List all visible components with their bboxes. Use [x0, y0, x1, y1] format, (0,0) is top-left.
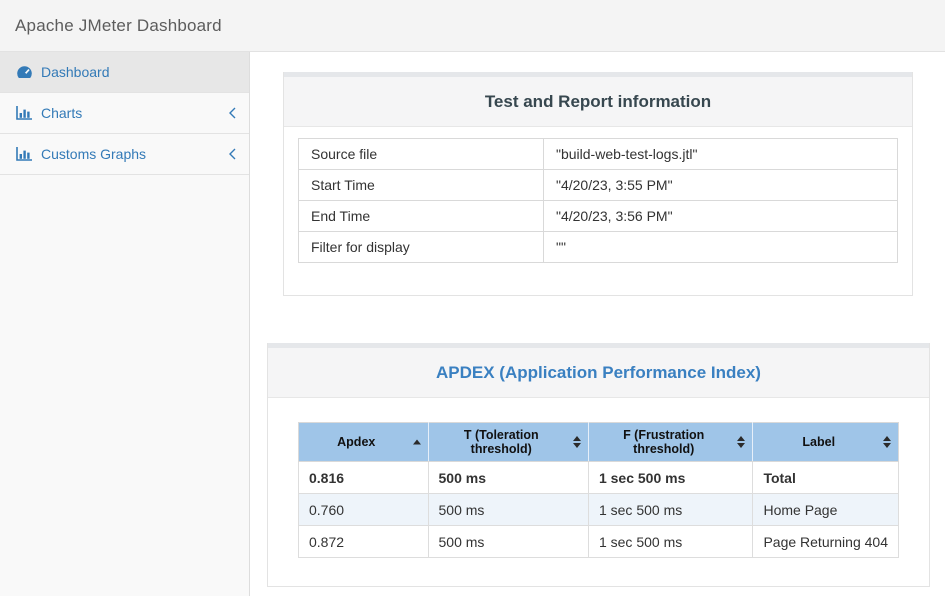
- test-report-info-header: Test and Report information: [284, 72, 912, 127]
- apdex-table: Apdex T (Toleration threshold) F (Frustr…: [298, 422, 899, 558]
- sidebar-item-customs-graphs[interactable]: Customs Graphs: [0, 134, 249, 175]
- sort-both-icon: [573, 436, 581, 448]
- sort-both-icon: [737, 436, 745, 448]
- label-value: Home Page: [753, 494, 899, 526]
- app-header: Apache JMeter Dashboard: [0, 0, 945, 52]
- info-value: "": [544, 232, 898, 263]
- label-value: Total: [753, 462, 899, 494]
- toleration-value: 500 ms: [428, 526, 588, 558]
- info-row: Start Time "4/20/23, 3:55 PM": [299, 170, 898, 201]
- apdex-panel: APDEX (Application Performance Index) Ap…: [267, 343, 930, 587]
- apdex-value: 0.816: [299, 462, 429, 494]
- frustration-value: 1 sec 500 ms: [588, 462, 752, 494]
- info-row: Source file "build-web-test-logs.jtl": [299, 139, 898, 170]
- label-value: Page Returning 404: [753, 526, 899, 558]
- sidebar: Dashboard Charts: [0, 52, 250, 596]
- column-header-toleration[interactable]: T (Toleration threshold): [428, 423, 588, 462]
- chevron-left-icon[interactable]: [228, 148, 237, 161]
- info-label: End Time: [299, 201, 544, 232]
- test-report-info-body: Source file "build-web-test-logs.jtl" St…: [284, 127, 912, 295]
- toleration-value: 500 ms: [428, 494, 588, 526]
- column-header-label[interactable]: Label: [753, 423, 899, 462]
- frustration-value: 1 sec 500 ms: [588, 526, 752, 558]
- sidebar-item-label: Dashboard: [41, 64, 110, 80]
- apdex-row: 0.760 500 ms 1 sec 500 ms Home Page: [299, 494, 899, 526]
- main-content: Test and Report information Source file …: [250, 52, 945, 596]
- tachometer-icon: [15, 65, 33, 80]
- sort-asc-icon: [413, 440, 421, 445]
- info-label: Source file: [299, 139, 544, 170]
- info-value: "build-web-test-logs.jtl": [544, 139, 898, 170]
- test-report-info-table: Source file "build-web-test-logs.jtl" St…: [298, 138, 898, 263]
- info-value: "4/20/23, 3:55 PM": [544, 170, 898, 201]
- info-value: "4/20/23, 3:56 PM": [544, 201, 898, 232]
- apdex-row: 0.872 500 ms 1 sec 500 ms Page Returning…: [299, 526, 899, 558]
- info-row: End Time "4/20/23, 3:56 PM": [299, 201, 898, 232]
- apdex-header: APDEX (Application Performance Index): [268, 343, 929, 398]
- apdex-row-total: 0.816 500 ms 1 sec 500 ms Total: [299, 462, 899, 494]
- apdex-title: APDEX (Application Performance Index): [436, 363, 761, 382]
- column-header-frustration[interactable]: F (Frustration threshold): [588, 423, 752, 462]
- app-title: Apache JMeter Dashboard: [15, 16, 222, 36]
- apdex-header-row: Apdex T (Toleration threshold) F (Frustr…: [299, 423, 899, 462]
- sort-both-icon: [883, 436, 891, 448]
- apdex-value: 0.872: [299, 526, 429, 558]
- test-report-info-panel: Test and Report information Source file …: [283, 72, 913, 296]
- toleration-value: 500 ms: [428, 462, 588, 494]
- bar-chart-icon: [15, 147, 33, 161]
- column-header-apdex[interactable]: Apdex: [299, 423, 429, 462]
- apdex-body: Apdex T (Toleration threshold) F (Frustr…: [268, 398, 929, 586]
- test-report-info-title: Test and Report information: [485, 92, 711, 111]
- info-row: Filter for display "": [299, 232, 898, 263]
- apdex-value: 0.760: [299, 494, 429, 526]
- frustration-value: 1 sec 500 ms: [588, 494, 752, 526]
- sidebar-item-charts[interactable]: Charts: [0, 93, 249, 134]
- info-label: Start Time: [299, 170, 544, 201]
- sidebar-item-label: Charts: [41, 105, 82, 121]
- sidebar-item-dashboard[interactable]: Dashboard: [0, 52, 249, 93]
- chevron-left-icon[interactable]: [228, 107, 237, 120]
- sidebar-item-label: Customs Graphs: [41, 146, 146, 162]
- info-label: Filter for display: [299, 232, 544, 263]
- bar-chart-icon: [15, 106, 33, 120]
